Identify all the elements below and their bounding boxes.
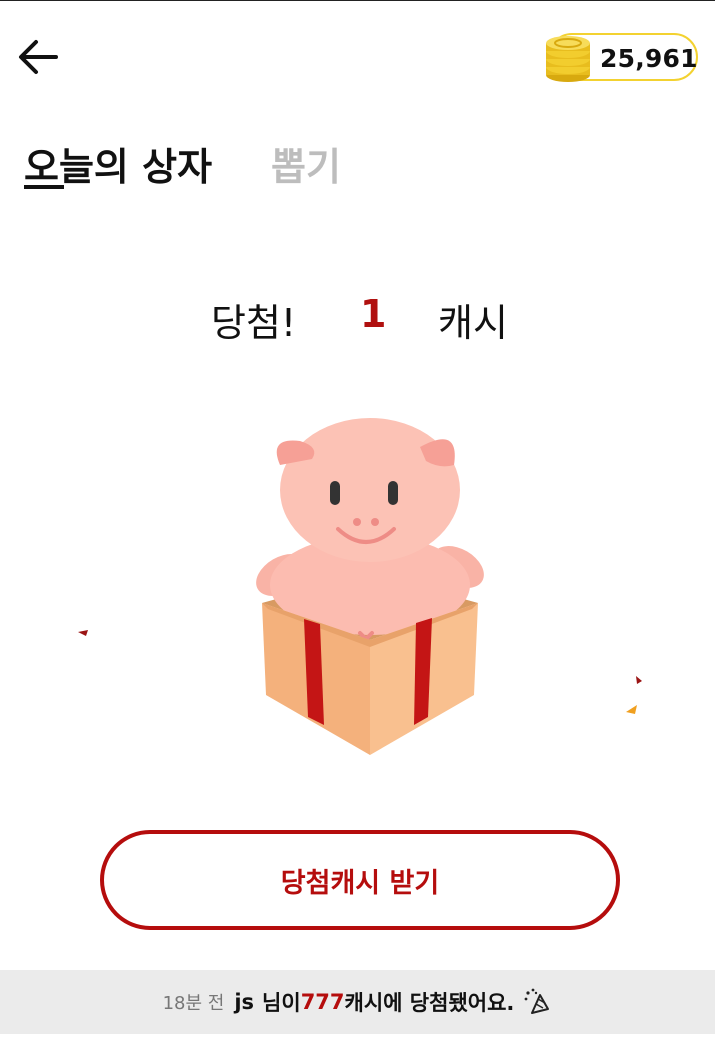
- ticker-amount: 777: [300, 990, 345, 1014]
- claim-cash-label: 당첨캐시 받기: [280, 867, 440, 899]
- top-divider: [0, 0, 715, 1]
- tab-today-box[interactable]: 오늘의 상자: [24, 136, 212, 191]
- prize-amount: 1: [360, 292, 387, 336]
- coin-balance: 25,961: [600, 44, 698, 73]
- ticker-tail: 캐시에 당첨됐어요.: [344, 991, 515, 1015]
- claim-cash-button[interactable]: 당첨캐시 받기: [100, 830, 620, 930]
- pig-in-gift-box-illustration: [256, 418, 484, 755]
- tab-active-indicator: [24, 185, 64, 189]
- arrow-left-icon: [19, 40, 58, 74]
- party-popper-icon: [524, 988, 550, 1014]
- back-button[interactable]: [14, 36, 62, 78]
- tab-draw[interactable]: 뽑기: [271, 136, 341, 191]
- ticker-middle: 님이: [262, 991, 301, 1015]
- prize-win-text: 당첨!: [211, 301, 297, 345]
- ticker-time: 18분 전: [162, 993, 225, 1014]
- winner-ticker: 18분 전 js 님이 777 캐시에 당첨됐어요.: [0, 970, 715, 1034]
- coin-stack-icon: [546, 36, 590, 82]
- prize-unit: 캐시: [438, 301, 508, 345]
- ticker-user: js: [234, 990, 255, 1014]
